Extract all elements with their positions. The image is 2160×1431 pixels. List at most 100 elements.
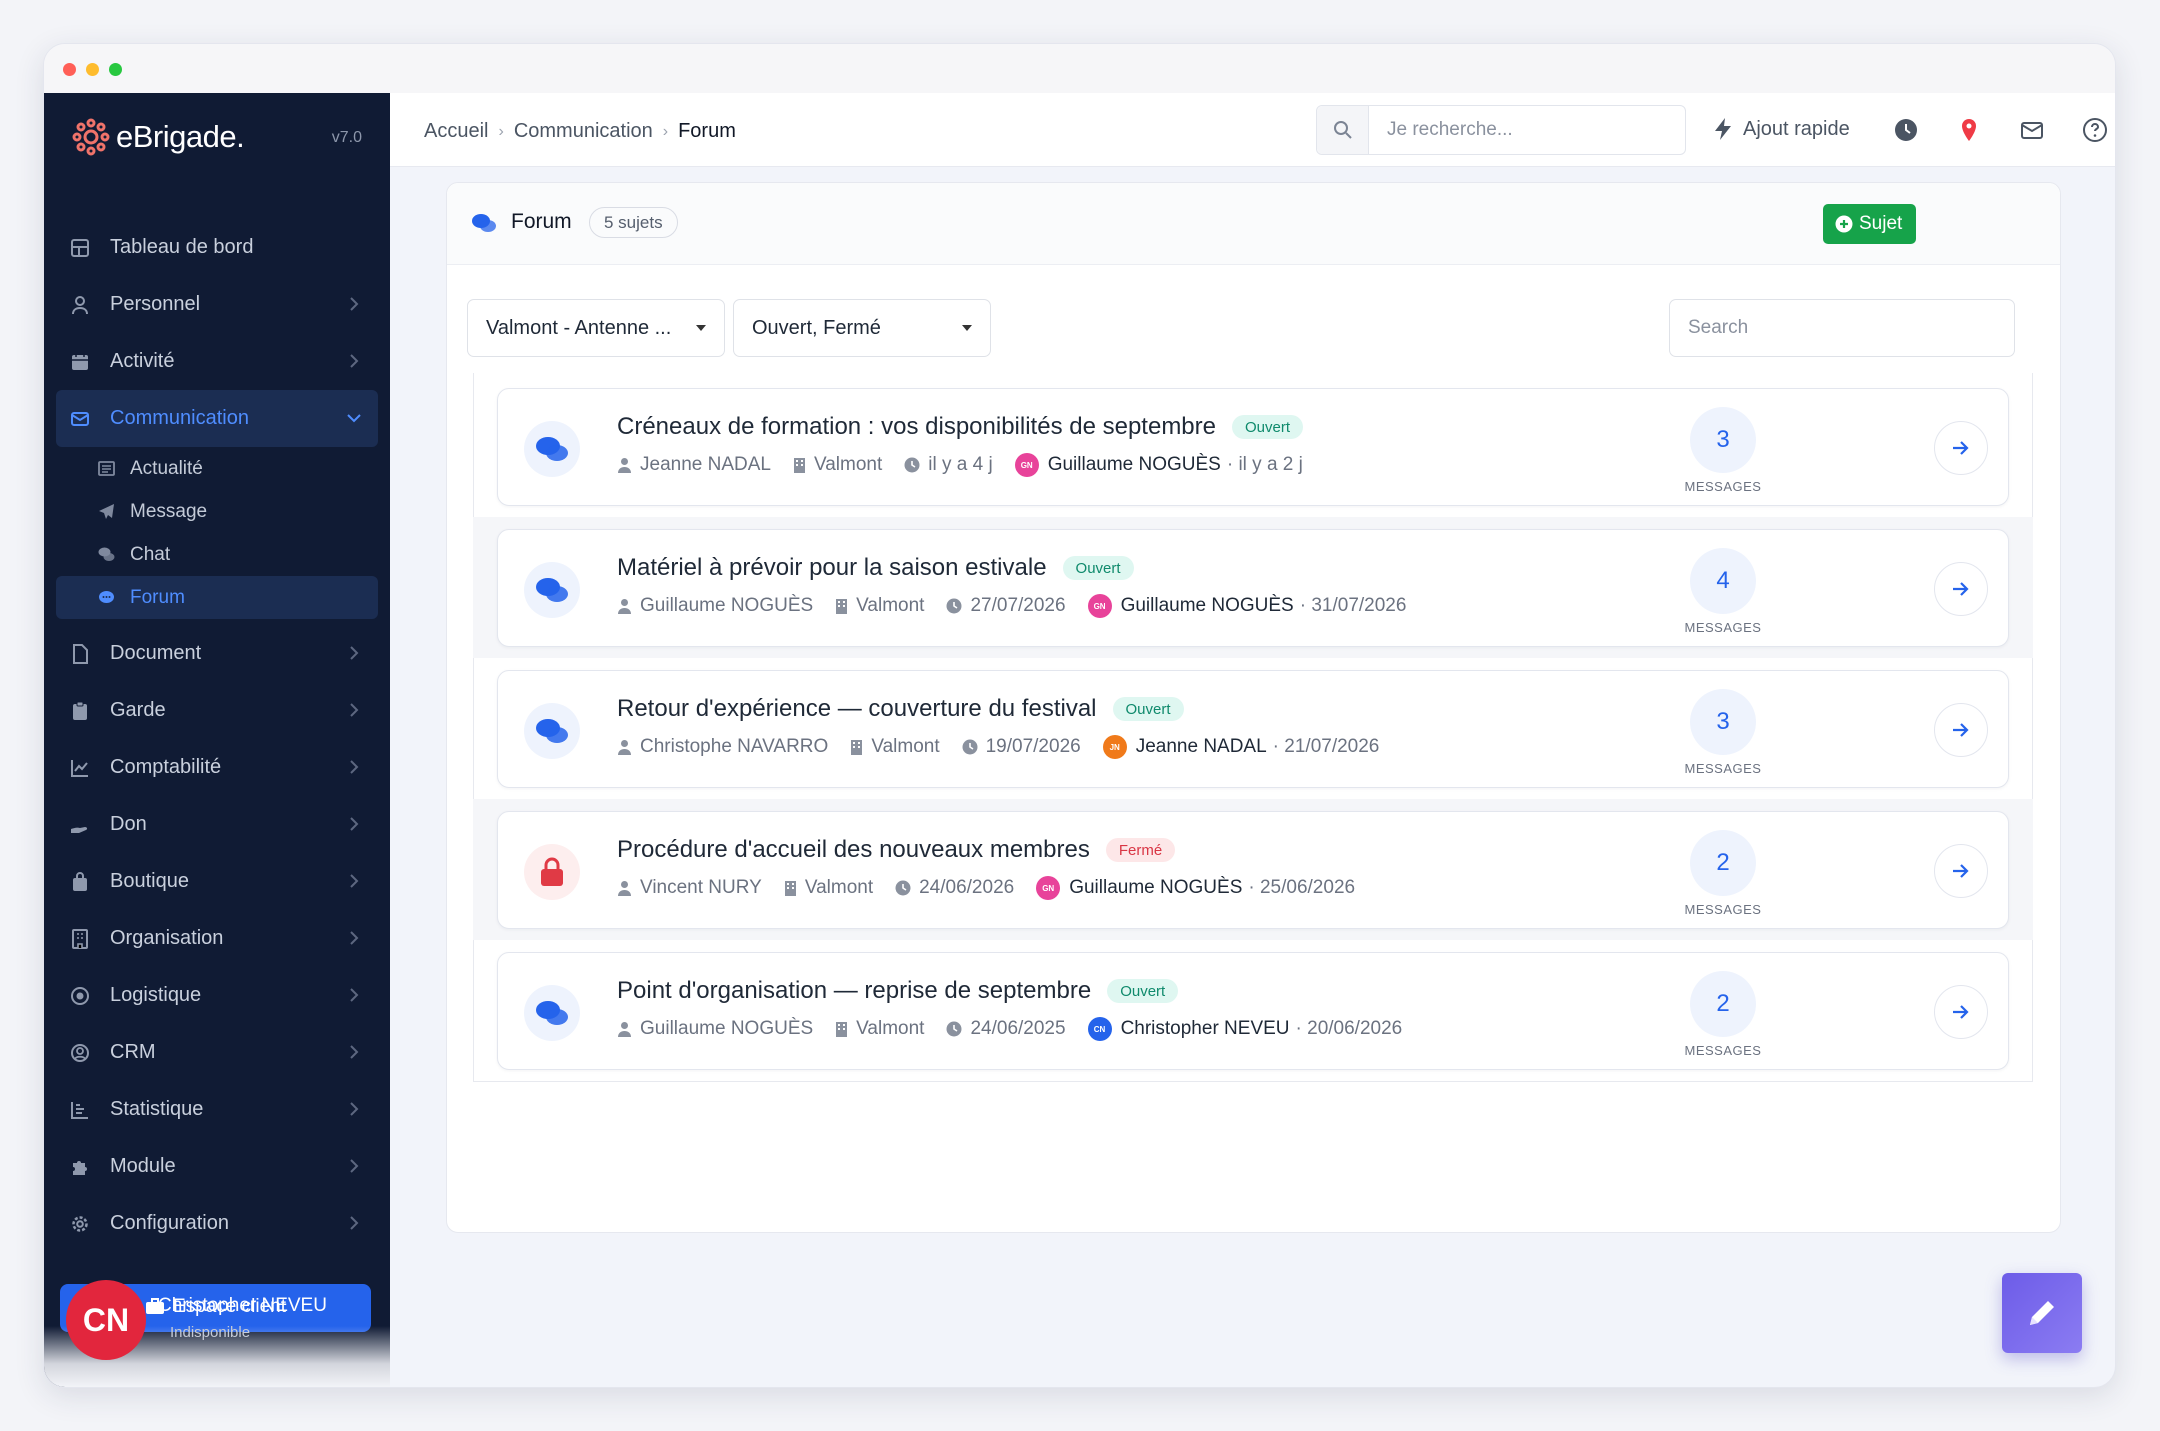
last-reply-date: · il y a 2 j (1226, 454, 1303, 475)
minimize-window-button[interactable] (86, 63, 99, 76)
breadcrumb-communication[interactable]: Communication (514, 120, 653, 143)
chevron-right-icon (350, 646, 359, 660)
sidebar-item-garde[interactable]: Garde (44, 682, 390, 739)
topic-place-name: Valmont (856, 1018, 925, 1039)
sidebar-item-label: Comptabilité (110, 756, 222, 778)
topic-meta: Vincent NURY Valmont 24/06/2026 GN Guillaume… (617, 876, 1355, 900)
envelope-icon[interactable] (2019, 117, 2045, 143)
sidebar-item-configuration[interactable]: Configuration (44, 1195, 390, 1252)
sidebar-item-label: Logistique (110, 984, 202, 1006)
sidebar-item-boutique[interactable]: Boutique (44, 853, 390, 910)
sidebar-subitem-label: Message (130, 500, 208, 522)
sidebar-item-activite[interactable]: Activité (44, 333, 390, 390)
global-search-input[interactable] (1387, 116, 1667, 144)
newspaper-icon (98, 461, 115, 476)
topic-created: 24/06/2025 (946, 1018, 1066, 1040)
sidebar-item-label: Document (110, 642, 202, 664)
last-reply-date: · 25/06/2026 (1248, 877, 1356, 898)
sidebar-item-organisation[interactable]: Organisation (44, 910, 390, 967)
open-topic-button[interactable] (1934, 562, 1988, 616)
topic-author: Guillaume NOGUÈS (617, 1018, 813, 1040)
topic-author-name: Guillaume NOGUÈS (640, 1018, 814, 1039)
dashboard-icon (71, 239, 89, 257)
building-icon (784, 881, 796, 896)
comments-icon (536, 719, 568, 743)
open-topic-button[interactable] (1934, 985, 1988, 1039)
topic-place: Valmont (784, 877, 873, 899)
last-reply-author: Christopher NEVEU (1120, 1018, 1290, 1039)
sidebar-item-module[interactable]: Module (44, 1138, 390, 1195)
sidebar-subitem-actualite[interactable]: Actualité (44, 447, 390, 490)
topic-search-input[interactable] (1688, 315, 1988, 341)
sidebar-item-document[interactable]: Document (44, 625, 390, 682)
sidebar-subitem-chat[interactable]: Chat (44, 533, 390, 576)
sidebar-item-don[interactable]: Don (44, 796, 390, 853)
topic-author-name: Guillaume NOGUÈS (640, 595, 814, 616)
topic-row[interactable]: Créneaux de formation : vos disponibilit… (497, 388, 2009, 506)
clock-icon[interactable] (1893, 117, 1919, 143)
avatar: JN (1102, 735, 1127, 759)
arrow-right-icon (1953, 441, 1969, 455)
map-marker-icon[interactable] (1956, 117, 1982, 143)
topic-open-indicator (524, 421, 580, 477)
global-search (1316, 105, 1686, 155)
shopping-bag-icon (73, 872, 87, 891)
sidebar-item-label: Activité (110, 350, 175, 372)
sidebar-item-comptabilite[interactable]: Comptabilité (44, 739, 390, 796)
topic-row[interactable]: Point d'organisation — reprise de septem… (497, 952, 2009, 1070)
topic-title[interactable]: Retour d'expérience — couverture du fest… (617, 695, 1097, 723)
topic-author: Jeanne NADAL (617, 454, 771, 476)
topic-place: Valmont (835, 1018, 924, 1040)
status-filter-select[interactable]: Ouvert, Fermé (733, 299, 991, 357)
help-icon[interactable] (2082, 117, 2108, 143)
status-badge: Ouvert (1232, 415, 1304, 439)
last-reply-author: Jeanne NADAL (1135, 736, 1267, 757)
edit-fab-button[interactable] (2002, 1273, 2082, 1353)
sidebar-item-communication[interactable]: Communication (56, 390, 378, 447)
file-icon (73, 644, 88, 664)
topic-title[interactable]: Procédure d'accueil des nouveaux membres (617, 836, 1090, 864)
sidebar-item-personnel[interactable]: Personnel (44, 276, 390, 333)
topic-row[interactable]: Matériel à prévoir pour la saison estiva… (497, 529, 2009, 647)
sidebar-subitem-message[interactable]: Message (44, 490, 390, 533)
comments-icon (536, 437, 568, 461)
search-icon[interactable] (1317, 106, 1369, 154)
brand-logo[interactable]: eBrigade. (72, 115, 245, 159)
quick-add-button[interactable]: Ajout rapide (1713, 117, 1850, 141)
message-count: 3 (1690, 689, 1756, 755)
sidebar-item-label: Garde (110, 699, 166, 721)
clock-icon (962, 739, 978, 755)
building-icon (836, 1022, 848, 1037)
structure-filter-select[interactable]: Valmont - Antenne ... (467, 299, 725, 357)
sidebar-item-statistique[interactable]: Statistique (44, 1081, 390, 1138)
sidebar-item-crm[interactable]: CRM (44, 1024, 390, 1081)
new-topic-button[interactable]: Sujet (1823, 204, 1917, 244)
open-topic-button[interactable] (1934, 844, 1988, 898)
status-badge: Ouvert (1062, 556, 1134, 580)
topic-row[interactable]: Retour d'expérience — couverture du fest… (497, 670, 2009, 788)
app-version: v7.0 (331, 129, 362, 146)
chevron-right-icon (350, 1216, 359, 1230)
avatar: GN (1014, 453, 1039, 477)
topic-title-line: Point d'organisation — reprise de septem… (617, 977, 1179, 1005)
avatar[interactable]: CN (66, 1280, 146, 1360)
envelope-icon (71, 412, 89, 426)
topic-title[interactable]: Créneaux de formation : vos disponibilit… (617, 413, 1216, 441)
close-window-button[interactable] (63, 63, 76, 76)
profile-name[interactable]: Christopher NEVEU (158, 1295, 327, 1317)
topic-title[interactable]: Matériel à prévoir pour la saison estiva… (617, 554, 1047, 582)
topic-row[interactable]: Procédure d'accueil des nouveaux membres… (497, 811, 2009, 929)
arrow-right-icon (1953, 1005, 1969, 1019)
breadcrumb-separator: › (498, 122, 504, 140)
open-topic-button[interactable] (1934, 421, 1988, 475)
breadcrumb-accueil[interactable]: Accueil (424, 120, 488, 143)
sidebar-item-tableau-de-bord[interactable]: Tableau de bord (44, 219, 390, 276)
topic-created-date: 24/06/2026 (919, 877, 1015, 898)
sidebar-item-logistique[interactable]: Logistique (44, 967, 390, 1024)
open-topic-button[interactable] (1934, 703, 1988, 757)
chevron-right-icon (350, 931, 359, 945)
sidebar-subitem-forum[interactable]: Forum (56, 576, 378, 619)
message-count: 4 (1690, 548, 1756, 614)
topic-title[interactable]: Point d'organisation — reprise de septem… (617, 977, 1091, 1005)
maximize-window-button[interactable] (109, 63, 122, 76)
